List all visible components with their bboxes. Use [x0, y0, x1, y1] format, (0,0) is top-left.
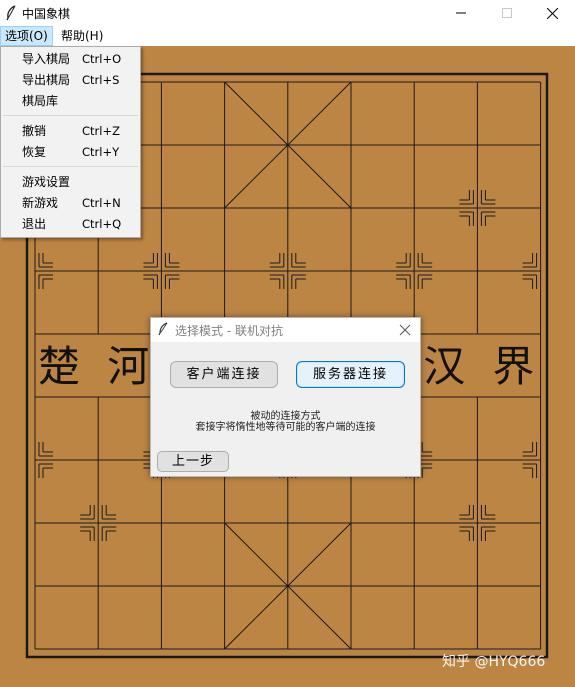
menu-separator [3, 115, 138, 116]
minimize-icon [456, 12, 466, 14]
river-text-chu: 楚 [38, 342, 80, 391]
window-title: 中国象棋 [22, 7, 71, 21]
maximize-icon [502, 8, 512, 18]
menu-item-label: 新游戏 [22, 196, 59, 210]
client-connect-button[interactable]: 客户端连接 [170, 361, 278, 388]
menu-help[interactable]: 帮助(H) [57, 26, 107, 46]
dialog-title: 选择模式 - 联机对抗 [175, 324, 283, 338]
menu-separator [3, 166, 138, 167]
menu-item-shortcut: Ctrl+S [82, 73, 120, 87]
menu-item-shortcut: Ctrl+Z [82, 124, 120, 138]
menu-item-shortcut: Ctrl+Q [82, 217, 122, 231]
menu-options[interactable]: 选项(O) [0, 26, 53, 46]
menu-item-undo[interactable]: 撤销 Ctrl+Z [1, 121, 140, 142]
server-connect-button[interactable]: 服务器连接 [296, 361, 405, 388]
back-button[interactable]: 上一步 [157, 451, 229, 472]
options-menu: 导入棋局 Ctrl+O 导出棋局 Ctrl+S 棋局库 撤销 Ctrl+Z 恢复 Ctr… [0, 46, 141, 238]
menu-item-settings[interactable]: 游戏设置 [1, 172, 140, 193]
close-button[interactable] [529, 0, 575, 26]
menu-item-label: 退出 [22, 217, 47, 231]
menu-item-label: 撤销 [22, 124, 47, 138]
menu-item-exit[interactable]: 退出 Ctrl+Q [1, 214, 140, 235]
menu-item-import[interactable]: 导入棋局 Ctrl+O [1, 49, 140, 70]
feather-icon [6, 5, 16, 21]
menu-item-label: 导入棋局 [22, 52, 71, 66]
maximize-button[interactable] [484, 0, 530, 26]
menu-item-shortcut: Ctrl+N [82, 196, 121, 210]
mode-select-dialog: 选择模式 - 联机对抗 客户端连接 服务器连接 被动的连接方式 套接字将惰性地等… [150, 317, 421, 477]
menu-bar: 选项(O) 帮助(H) [0, 26, 575, 46]
feather-icon [158, 322, 168, 336]
menu-item-redo[interactable]: 恢复 Ctrl+Y [1, 142, 140, 163]
minimize-button[interactable] [438, 0, 484, 26]
close-icon[interactable] [397, 322, 413, 338]
menu-item-label: 棋局库 [22, 94, 59, 108]
dialog-title-bar: 选择模式 - 联机对抗 [151, 318, 420, 342]
title-bar: 中国象棋 [0, 0, 575, 26]
menu-item-export[interactable]: 导出棋局 Ctrl+S [1, 70, 140, 91]
menu-item-label: 游戏设置 [22, 175, 71, 189]
menu-item-library[interactable]: 棋局库 [1, 91, 140, 112]
river-text-he: 河 [107, 342, 149, 391]
menu-item-shortcut: Ctrl+O [82, 52, 122, 66]
watermark: 知乎 @HYQ666 [442, 654, 546, 670]
river-text-jie: 界 [492, 342, 534, 391]
menu-item-new-game[interactable]: 新游戏 Ctrl+N [1, 193, 140, 214]
menu-item-shortcut: Ctrl+Y [82, 145, 120, 159]
river-text-han: 汉 [423, 342, 465, 391]
menu-item-label: 导出棋局 [22, 73, 71, 87]
description-line-2: 套接字将惰性地等待可能的客户端的连接 [195, 422, 376, 433]
close-icon [546, 7, 558, 19]
menu-item-label: 恢复 [22, 145, 47, 159]
